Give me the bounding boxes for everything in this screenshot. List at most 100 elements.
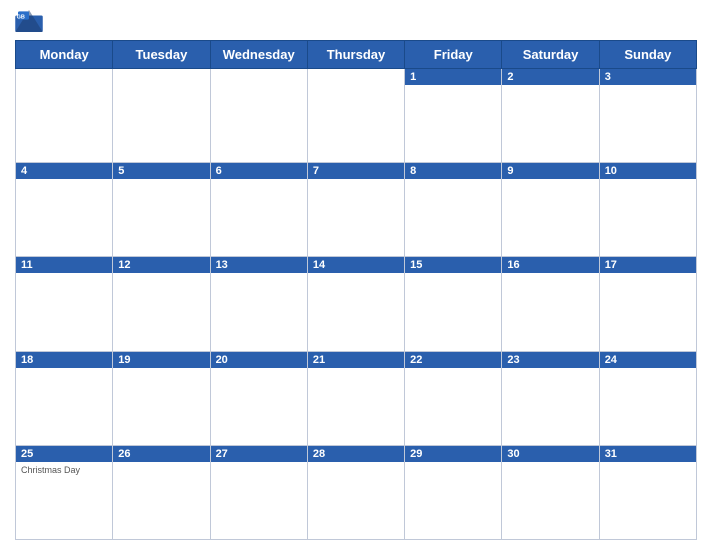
date-cell (16, 69, 113, 163)
date-header-band: 25 (16, 446, 112, 462)
day-number: 12 (118, 259, 130, 271)
event-label: Christmas Day (21, 465, 107, 475)
date-header-band: 23 (502, 352, 598, 368)
date-cell: 30 (502, 445, 599, 539)
date-header-band: 1 (405, 69, 501, 85)
day-number: 18 (21, 354, 33, 366)
day-number: 31 (605, 448, 617, 460)
date-cell: 27 (210, 445, 307, 539)
date-header-band: 26 (113, 446, 209, 462)
date-cell: 9 (502, 163, 599, 257)
date-cell: 6 (210, 163, 307, 257)
week-row-3: 11 12 13 14 15 16 17 (16, 257, 697, 351)
day-number: 19 (118, 354, 130, 366)
day-header-saturday: Saturday (502, 41, 599, 69)
week-row-5: 25 Christmas Day 26 27 28 29 30 31 (16, 445, 697, 539)
week-row-2: 4 5 67 8 910 (16, 163, 697, 257)
date-header-band: 12 (113, 257, 209, 273)
date-header-band: 10 (600, 163, 696, 179)
date-cell: 29 (405, 445, 502, 539)
logo-area: GB (15, 10, 46, 32)
day-header-friday: Friday (405, 41, 502, 69)
day-number: 2 (507, 71, 513, 83)
day-number: 1 (410, 71, 416, 83)
date-cell (113, 69, 210, 163)
day-number: 11 (21, 259, 33, 271)
day-number: 15 (410, 259, 422, 271)
svg-text:GB: GB (17, 14, 25, 20)
date-header-band: 18 (16, 352, 112, 368)
calendar-header: GB (15, 10, 697, 32)
date-header-band: 13 (211, 257, 307, 273)
date-header-band: 8 (405, 163, 501, 179)
day-number: 24 (605, 354, 617, 366)
date-header-band: 5 (113, 163, 209, 179)
date-cell: 8 (405, 163, 502, 257)
day-number: 22 (410, 354, 422, 366)
date-header-band: 27 (211, 446, 307, 462)
date-cell: 26 (113, 445, 210, 539)
generalblue-logo-icon: GB (15, 10, 43, 32)
day-number: 27 (216, 448, 228, 460)
week-row-4: 18 19 20 21 22 23 24 (16, 351, 697, 445)
date-header-band: 19 (113, 352, 209, 368)
date-cell: 22 (405, 351, 502, 445)
date-cell: 14 (307, 257, 404, 351)
date-cell: 31 (599, 445, 696, 539)
day-number: 21 (313, 354, 325, 366)
day-number: 8 (410, 165, 416, 177)
date-cell: 10 (599, 163, 696, 257)
day-number: 14 (313, 259, 325, 271)
day-number: 17 (605, 259, 617, 271)
date-header-band: 30 (502, 446, 598, 462)
date-cell: 5 (113, 163, 210, 257)
date-header-band: 21 (308, 352, 404, 368)
date-cell (307, 69, 404, 163)
date-header-band: 11 (16, 257, 112, 273)
day-header-wednesday: Wednesday (210, 41, 307, 69)
day-header-tuesday: Tuesday (113, 41, 210, 69)
calendar-table: MondayTuesdayWednesdayThursdayFridaySatu… (15, 40, 697, 540)
day-header-thursday: Thursday (307, 41, 404, 69)
date-header-band: 22 (405, 352, 501, 368)
date-cell: 21 (307, 351, 404, 445)
date-cell (210, 69, 307, 163)
date-header-band: 24 (600, 352, 696, 368)
date-cell: 13 (210, 257, 307, 351)
date-header-band: 9 (502, 163, 598, 179)
day-number: 30 (507, 448, 519, 460)
day-number: 23 (507, 354, 519, 366)
date-cell: 12 (113, 257, 210, 351)
day-number: 4 (21, 165, 27, 177)
day-number: 7 (313, 165, 319, 177)
date-header-band: 28 (308, 446, 404, 462)
date-header-band: 29 (405, 446, 501, 462)
date-cell: 4 (16, 163, 113, 257)
date-header-band: 3 (600, 69, 696, 85)
date-header-band: 14 (308, 257, 404, 273)
date-cell: 7 (307, 163, 404, 257)
date-cell: 16 (502, 257, 599, 351)
date-cell: 3 (599, 69, 696, 163)
day-header-monday: Monday (16, 41, 113, 69)
date-cell: 18 (16, 351, 113, 445)
day-number: 28 (313, 448, 325, 460)
day-number: 5 (118, 165, 124, 177)
date-header-band: 2 (502, 69, 598, 85)
date-cell: 23 (502, 351, 599, 445)
week-row-1: 1 2 3 (16, 69, 697, 163)
date-cell: 15 (405, 257, 502, 351)
date-cell: 19 (113, 351, 210, 445)
day-number: 16 (507, 259, 519, 271)
day-number: 29 (410, 448, 422, 460)
date-cell: 20 (210, 351, 307, 445)
date-header-band: 15 (405, 257, 501, 273)
days-header-row: MondayTuesdayWednesdayThursdayFridaySatu… (16, 41, 697, 69)
date-header-band: 7 (308, 163, 404, 179)
date-header-band: 16 (502, 257, 598, 273)
day-number: 20 (216, 354, 228, 366)
date-cell: 24 (599, 351, 696, 445)
day-number: 25 (21, 448, 33, 460)
date-header-band: 4 (16, 163, 112, 179)
date-cell: 28 (307, 445, 404, 539)
